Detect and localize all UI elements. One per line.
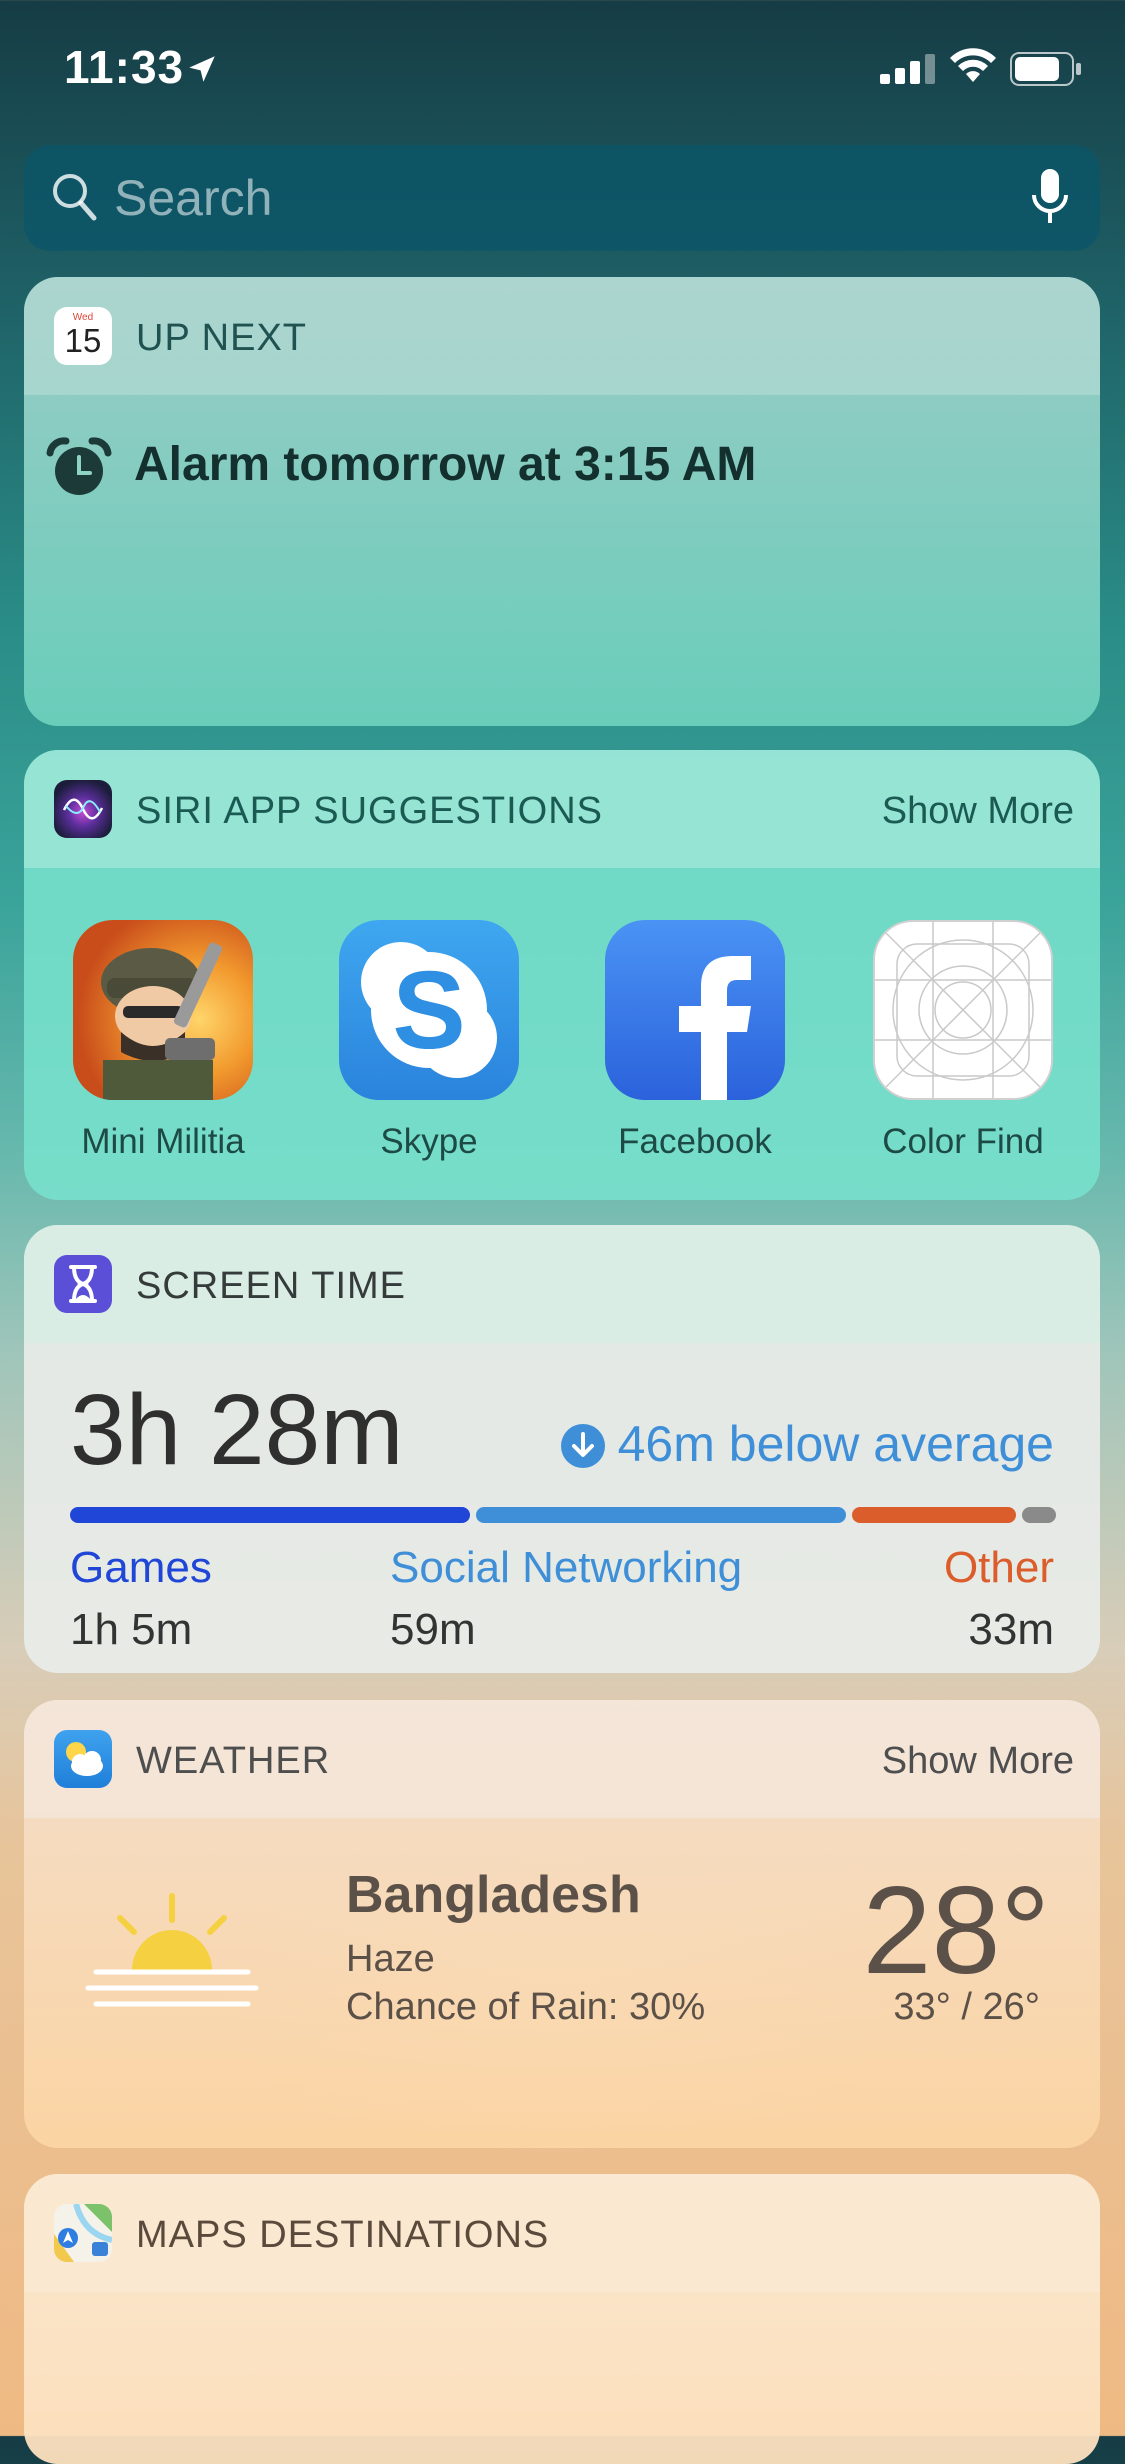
weather-temperature: 28°	[862, 1862, 1050, 2000]
app-label: Mini Militia	[81, 1122, 245, 1161]
app-suggestions-row: Mini Militia S Skype Facebook Color Find	[24, 868, 1100, 1200]
alarm-text: Alarm tomorrow at 3:15 AM	[134, 438, 757, 491]
search-icon	[50, 171, 98, 228]
screen-time-header: SCREEN TIME	[24, 1225, 1100, 1343]
category-games-value: 1h 5m	[70, 1605, 193, 1654]
app-suggestion-skype[interactable]: S Skype	[314, 920, 544, 1162]
mini-militia-icon	[73, 920, 253, 1100]
app-suggestion-color-find[interactable]: Color Find	[848, 920, 1078, 1162]
alarm-clock-icon	[46, 435, 112, 506]
weather-show-more-button[interactable]: Show More	[882, 1740, 1074, 1783]
siri-show-more-button[interactable]: Show More	[882, 790, 1074, 833]
cellular-signal-icon	[880, 54, 936, 89]
screen-time-comparison: 46m below average	[560, 1415, 1054, 1473]
search-bar[interactable]: Search	[24, 145, 1100, 251]
calendar-icon: Wed 15	[54, 307, 112, 365]
app-label: Facebook	[618, 1122, 772, 1161]
category-games-label: Games	[70, 1543, 212, 1592]
siri-suggestions-widget: SIRI APP SUGGESTIONS Show More Mini Mili…	[24, 750, 1100, 1200]
app-label: Color Find	[882, 1122, 1044, 1161]
svg-text:S: S	[392, 949, 465, 1072]
weather-widget[interactable]: WEATHER Show More Bangladesh Haze Chance…	[24, 1700, 1100, 2148]
color-find-icon	[873, 920, 1053, 1100]
up-next-title: UP NEXT	[136, 317, 308, 359]
haze-sun-icon	[82, 1892, 262, 2027]
category-social-label: Social Networking	[390, 1543, 743, 1592]
social-usage-bar	[476, 1507, 846, 1523]
category-other-value: 33m	[968, 1605, 1054, 1654]
siri-suggestions-header: SIRI APP SUGGESTIONS Show More	[24, 750, 1100, 868]
app-suggestion-mini-militia[interactable]: Mini Militia	[48, 920, 278, 1162]
skype-icon: S	[339, 920, 519, 1100]
weather-header: WEATHER Show More	[24, 1700, 1100, 1818]
search-placeholder: Search	[114, 170, 273, 226]
other-usage-bar	[852, 1507, 1016, 1523]
screen-time-total: 3h 28m	[70, 1374, 404, 1486]
up-next-widget[interactable]: Wed 15 UP NEXT Alarm tomorrow at 3:15 AM	[24, 277, 1100, 726]
category-other-label: Other	[943, 1543, 1054, 1592]
maps-destinations-widget[interactable]: MAPS DESTINATIONS	[24, 2174, 1100, 2464]
up-next-header: Wed 15 UP NEXT	[24, 277, 1100, 395]
location-arrow-icon	[185, 52, 219, 91]
status-bar: 11:33	[0, 0, 1125, 140]
facebook-icon	[605, 920, 785, 1100]
weather-title: WEATHER	[136, 1740, 331, 1782]
battery-icon	[1010, 52, 1082, 91]
maps-header: MAPS DESTINATIONS	[24, 2174, 1100, 2292]
app-label: Skype	[380, 1122, 478, 1161]
down-arrow-circle-icon	[560, 1423, 606, 1481]
calendar-day: 15	[64, 322, 102, 359]
weather-rain-chance: Chance of Rain: 30%	[346, 1986, 706, 2028]
screen-time-widget[interactable]: SCREEN TIME 3h 28m 46m below average Gam…	[24, 1225, 1100, 1673]
wifi-icon	[950, 48, 996, 89]
weather-app-icon	[54, 1730, 112, 1788]
weather-condition: Haze	[346, 1938, 435, 1980]
status-time: 11:33	[64, 41, 185, 93]
remaining-usage-bar	[1022, 1507, 1056, 1523]
weather-location: Bangladesh	[346, 1866, 641, 1924]
hourglass-icon	[54, 1255, 112, 1313]
microphone-icon[interactable]	[1030, 167, 1070, 232]
maps-app-icon	[54, 2204, 112, 2262]
maps-title: MAPS DESTINATIONS	[136, 2214, 550, 2256]
comparison-text: 46m below average	[617, 1416, 1054, 1472]
siri-suggestions-title: SIRI APP SUGGESTIONS	[136, 790, 603, 832]
screen-time-title: SCREEN TIME	[136, 1265, 407, 1307]
weather-high-low: 33° / 26°	[893, 1986, 1040, 2028]
siri-icon	[54, 780, 112, 838]
category-social-value: 59m	[390, 1605, 476, 1654]
games-usage-bar	[70, 1507, 470, 1523]
app-suggestion-facebook[interactable]: Facebook	[580, 920, 810, 1162]
